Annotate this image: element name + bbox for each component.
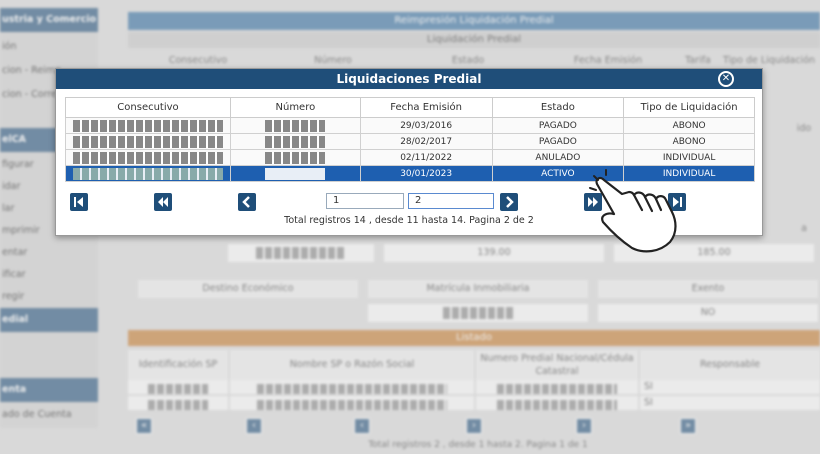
table-row[interactable]: 28/02/2017 PAGADO ABONO <box>65 133 755 150</box>
masked-consecutivo <box>65 149 231 166</box>
fecha-cell: 28/02/2017 <box>359 133 493 150</box>
label-destino: Destino Económico <box>138 280 358 298</box>
responsable-value: SI <box>640 396 820 410</box>
fecha-cell: 02/11/2022 <box>359 149 493 166</box>
masked-numero <box>229 133 361 150</box>
page-title: Reimpresión Liquidación Predial <box>128 12 820 30</box>
prev-icon[interactable] <box>238 193 256 211</box>
sidebar-item[interactable]: entar <box>0 244 98 262</box>
sidebar-item[interactable]: regir <box>0 288 98 306</box>
sidebar-item[interactable]: ión <box>0 38 98 56</box>
prev-page-icon[interactable]: ‹ <box>246 418 262 434</box>
fecha-cell: 29/03/2016 <box>359 117 493 134</box>
last-page-icon[interactable]: » <box>680 418 696 434</box>
hand-pointer-icon <box>589 169 677 253</box>
first-page-icon[interactable] <box>70 193 88 211</box>
next-icon[interactable] <box>500 193 518 211</box>
col-tipo-liquidacion: Tipo de Liquidación <box>623 97 755 118</box>
subtitle: Liquidación Predial <box>128 32 820 48</box>
list-col-predial: Numero Predial Nacional/Cédula Catastral <box>476 350 638 380</box>
next-icon[interactable]: › <box>466 418 482 434</box>
table-row[interactable]: 02/11/2022 ANULADO INDIVIDUAL <box>65 149 755 166</box>
value-field: 139.00 <box>384 244 604 262</box>
estado-cell: PAGADO <box>491 133 625 150</box>
modal-title: Liquidaciones Predial <box>56 69 762 89</box>
masked-consecutivo <box>65 165 231 182</box>
prev-page-icon[interactable] <box>154 193 172 211</box>
masked-numero <box>229 165 361 182</box>
sidebar-header-industria[interactable]: ustria y Comercio <box>0 8 98 32</box>
masked-numero <box>229 117 361 134</box>
masked-cell <box>230 380 474 394</box>
close-icon[interactable]: ✕ <box>718 71 734 87</box>
listado-bar[interactable]: Listado <box>128 330 820 346</box>
masked-cell <box>128 396 228 410</box>
masked-value <box>368 304 588 322</box>
page-input-current[interactable]: 2 <box>408 193 494 209</box>
masked-consecutivo <box>65 117 231 134</box>
list-col-id: Identificación SP <box>128 350 228 380</box>
estado-cell: ANULADO <box>491 149 625 166</box>
label-matricula: Matrícula Inmobiliaria <box>368 280 588 298</box>
sidebar-header-predial[interactable]: edial <box>0 308 98 332</box>
responsable-value: SI <box>640 380 820 394</box>
tipo-cell: ABONO <box>623 117 755 134</box>
tipo-cell: INDIVIDUAL <box>623 149 755 166</box>
page-input-prev[interactable]: 1 <box>326 193 404 209</box>
sidebar-item[interactable]: ado de Cuenta <box>0 406 98 424</box>
col-fecha-emision: Fecha Emisión <box>359 97 493 118</box>
next-page-icon[interactable]: › <box>576 418 592 434</box>
masked-cell <box>230 396 474 410</box>
sidebar-item[interactable]: ificar <box>0 266 98 284</box>
prev-icon[interactable]: ‹ <box>354 418 370 434</box>
label-exento: Exento <box>598 280 818 298</box>
estado-cell: PAGADO <box>491 117 625 134</box>
list-col-responsable: Responsable <box>640 350 820 380</box>
masked-consecutivo <box>65 133 231 150</box>
tipo-cell: ABONO <box>623 133 755 150</box>
masked-cell <box>128 380 228 394</box>
side-text: a <box>801 223 807 234</box>
list-col-nombre: Nombre SP o Razón Social <box>230 350 474 380</box>
sidebar-header-cuenta[interactable]: enta <box>0 378 98 402</box>
masked-numero <box>229 149 361 166</box>
col-numero: Número <box>229 97 361 118</box>
first-page-icon[interactable]: « <box>136 418 152 434</box>
exento-value: NO <box>598 304 818 322</box>
side-text: ido <box>796 123 812 134</box>
fecha-cell: 30/01/2023 <box>359 165 493 182</box>
masked-value <box>228 244 374 262</box>
col-consecutivo: Consecutivo <box>65 97 231 118</box>
list-footer: Total registros 2 , desde 1 hasta 2. Pag… <box>368 440 588 450</box>
masked-cell <box>476 396 638 410</box>
masked-cell <box>476 380 638 394</box>
table-row[interactable]: 29/03/2016 PAGADO ABONO <box>65 117 755 134</box>
col-estado: Estado <box>491 97 625 118</box>
